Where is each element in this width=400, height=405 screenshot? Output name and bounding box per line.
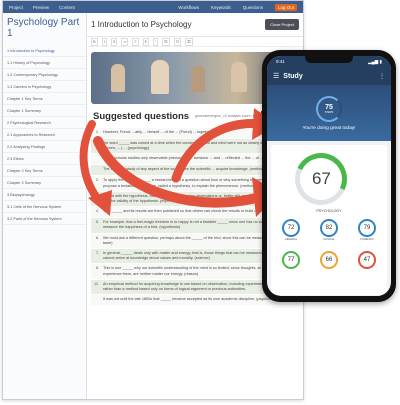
phone-mockup: 9:41 ▂▄▆ ▮ ☰ Study ⋮ 75 STEPS You're doi… (262, 50, 396, 302)
metric-ring: 72 (282, 219, 300, 237)
overall-score-value: 67 (311, 169, 331, 189)
metric-label: FORENSIC (360, 238, 374, 241)
metric-item[interactable]: 77 (277, 251, 305, 270)
question-number (91, 295, 101, 305)
metric-ring: 47 (358, 251, 376, 269)
nav-project[interactable]: Project (9, 5, 23, 10)
overall-score-ring: 67 (287, 145, 355, 213)
metric-item[interactable]: 72 GENERAL (277, 219, 305, 241)
close-project-button[interactable]: Close Project (265, 19, 299, 30)
sidebar-title: Psychology Part 1 (7, 17, 80, 39)
metric-item[interactable]: 47 (353, 251, 381, 270)
metric-label: GENERAL (284, 238, 298, 241)
toolbar-format-icon[interactable]: ≡ (132, 37, 139, 46)
streak-ring: 75 STEPS (316, 95, 342, 122)
encouragement-message: You're doing great today! (302, 125, 356, 131)
toolbar-format-icon[interactable]: ⎚ (185, 37, 193, 46)
app-title: Study (283, 72, 303, 80)
metric-ring: 79 (358, 219, 376, 237)
metric-item[interactable]: 79 FORENSIC (353, 219, 381, 241)
metric-item[interactable]: 66 (315, 251, 343, 270)
toolbar-format-icon[interactable]: ¶ (142, 37, 149, 46)
arrow-left-curve-icon (79, 120, 112, 216)
question-text: It was not until the late 1800s that ___… (103, 297, 278, 302)
editor-toolbar: B I S ∞ ≡ ¶ “☰ ☷ ⎚ (87, 37, 303, 47)
streak-value: 75 (325, 103, 333, 111)
metric-ring: 82 (320, 219, 338, 237)
menu-icon[interactable]: ☰ (273, 72, 279, 80)
logout-button[interactable]: Log Out (274, 3, 297, 11)
streak-unit: STEPS (324, 110, 334, 114)
nav-workflows[interactable]: Workflows (178, 5, 199, 10)
more-icon[interactable]: ⋮ (379, 73, 385, 80)
toolbar-format-icon[interactable]: B (91, 37, 98, 46)
page-title: 1 Introduction to Psychology (91, 20, 192, 29)
question-number: 7. (95, 251, 99, 256)
toolbar-format-icon[interactable]: ☰ (162, 37, 170, 46)
overall-score-label: PSYCHOLOGY (316, 209, 342, 213)
question-text: In general, _____ deals only with matter… (103, 251, 275, 261)
content-header: 1 Introduction to Psychology Close Proje… (87, 13, 303, 37)
toolbar-format-icon[interactable]: I (101, 37, 107, 46)
question-text: This is one _____ why our scientific und… (103, 266, 281, 276)
nav-preview[interactable]: Preview (33, 5, 49, 10)
signal-icon: ▂▄▆ ▮ (368, 58, 382, 64)
sidebar-item[interactable]: Chapter 1 Summary (3, 105, 86, 117)
question-text: An empirical method for acquiring knowle… (103, 281, 274, 292)
status-time: 9:41 (276, 59, 285, 64)
toolbar-format-icon[interactable]: S (110, 37, 118, 46)
metric-item[interactable]: 82 CLINICAL (315, 219, 343, 241)
sidebar-item[interactable]: 1 Introduction to Psychology (3, 45, 86, 57)
question-text: We must ask a different question, perhap… (103, 235, 282, 245)
sidebar-item[interactable]: 1.1 History of Psychology (3, 57, 86, 69)
nav-questions[interactable]: Questions (243, 5, 263, 10)
nav-content[interactable]: Content (59, 5, 75, 10)
question-number: 11. (94, 281, 99, 286)
metric-row-2: 77 66 47 (277, 251, 381, 270)
question-number: 6. (95, 235, 99, 240)
top-nav-bar: Project Preview Content Workflows Keywor… (3, 1, 303, 13)
toolbar-format-icon[interactable]: ∞ (121, 37, 129, 46)
metric-label: CLINICAL (323, 238, 335, 241)
metric-ring: 77 (282, 251, 300, 269)
sidebar-item[interactable]: Chapter 1 Key Terms (3, 93, 86, 105)
phone-screen: 9:41 ▂▄▆ ▮ ☰ Study ⋮ 75 STEPS You're doi… (267, 56, 391, 296)
streak-hero: 75 STEPS You're doing great today! (267, 85, 391, 141)
app-header: ☰ Study ⋮ (267, 67, 391, 85)
nav-keywords[interactable]: Keywords (211, 5, 231, 10)
metric-ring: 66 (320, 251, 338, 269)
score-card: 67 PSYCHOLOGY 72 GENERAL 82 CLINICAL 79 FOREN… (271, 145, 387, 295)
phone-notch (305, 56, 353, 63)
question-number: 8. (95, 266, 99, 271)
sidebar-item[interactable]: 1.2 Contemporary Psychology (3, 69, 86, 81)
toolbar-format-icon[interactable]: “ (152, 37, 159, 46)
toolbar-format-icon[interactable]: ☷ (173, 37, 182, 46)
sidebar-item[interactable]: 1.3 Careers in Psychology (3, 81, 86, 93)
metric-row-1: 72 GENERAL 82 CLINICAL 79 FORENSIC (277, 219, 381, 241)
